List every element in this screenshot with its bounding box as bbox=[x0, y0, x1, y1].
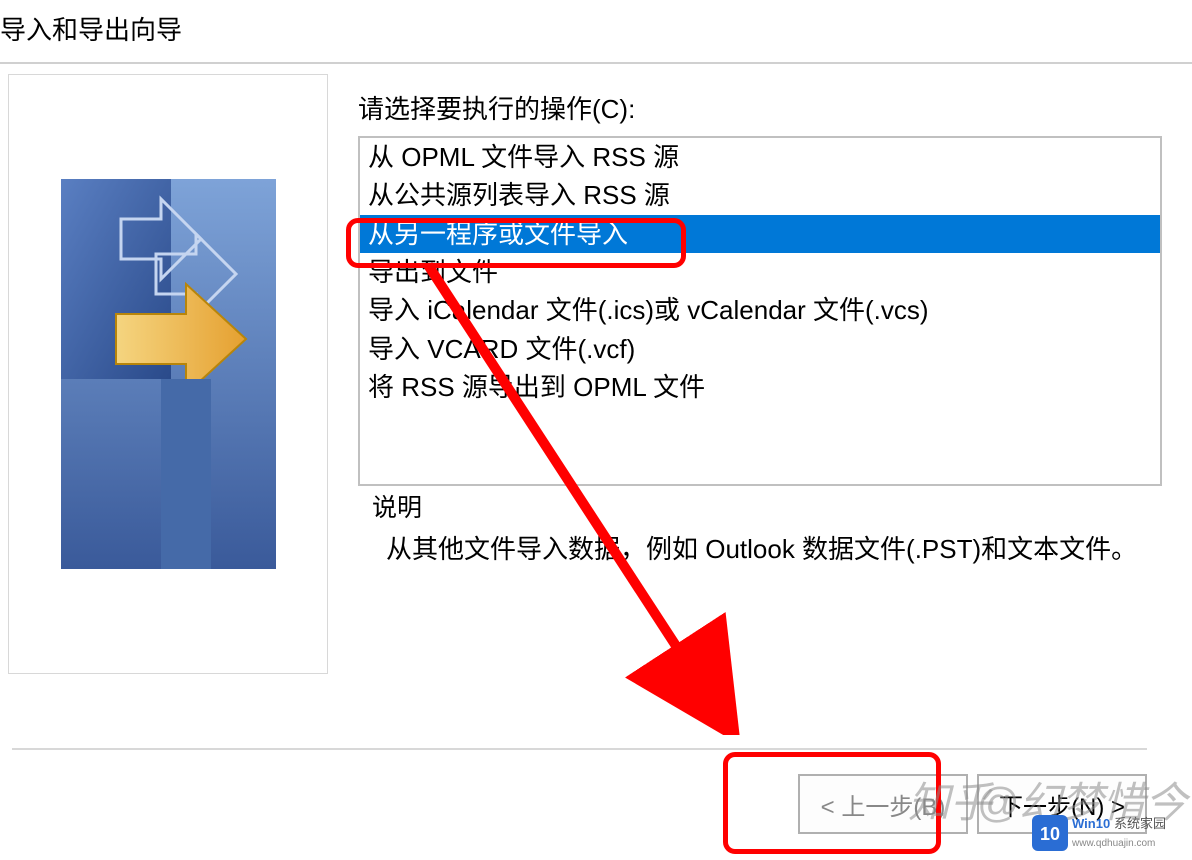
list-item[interactable]: 从另一程序或文件导入 bbox=[360, 215, 1160, 253]
list-item[interactable]: 从公共源列表导入 RSS 源 bbox=[360, 176, 1160, 214]
back-button: < 上一步(B) bbox=[798, 774, 968, 834]
wizard-buttons: < 上一步(B) 下一步(N) > bbox=[798, 774, 1147, 834]
wizard-content: 请选择要执行的操作(C): 从 OPML 文件导入 RSS 源从公共源列表导入 … bbox=[328, 74, 1192, 674]
description-text: 从其他文件导入数据，例如 Outlook 数据文件(.PST)和文本文件。 bbox=[358, 530, 1162, 569]
list-item[interactable]: 导出到文件 bbox=[360, 253, 1160, 291]
next-button[interactable]: 下一步(N) > bbox=[977, 774, 1147, 834]
horizontal-separator bbox=[12, 748, 1147, 750]
list-item[interactable]: 导入 iCalendar 文件(.ics)或 vCalendar 文件(.vcs… bbox=[360, 291, 1160, 329]
window-title: 导入和导出向导 bbox=[0, 0, 1192, 64]
action-listbox[interactable]: 从 OPML 文件导入 RSS 源从公共源列表导入 RSS 源从另一程序或文件导… bbox=[358, 136, 1162, 486]
wizard-graphic-panel bbox=[8, 74, 328, 674]
description-label: 说明 bbox=[358, 488, 1162, 524]
list-item[interactable]: 将 RSS 源导出到 OPML 文件 bbox=[360, 368, 1160, 406]
action-prompt: 请选择要执行的操作(C): bbox=[358, 89, 1162, 126]
list-item[interactable]: 导入 VCARD 文件(.vcf) bbox=[360, 330, 1160, 368]
wizard-body: 请选择要执行的操作(C): 从 OPML 文件导入 RSS 源从公共源列表导入 … bbox=[0, 64, 1192, 674]
import-export-icon bbox=[61, 179, 276, 569]
list-item[interactable]: 从 OPML 文件导入 RSS 源 bbox=[360, 138, 1160, 176]
description-group: 说明 从其他文件导入数据，例如 Outlook 数据文件(.PST)和文本文件。 bbox=[358, 488, 1162, 569]
svg-text:www.qdhuajin.com: www.qdhuajin.com bbox=[1071, 838, 1155, 849]
